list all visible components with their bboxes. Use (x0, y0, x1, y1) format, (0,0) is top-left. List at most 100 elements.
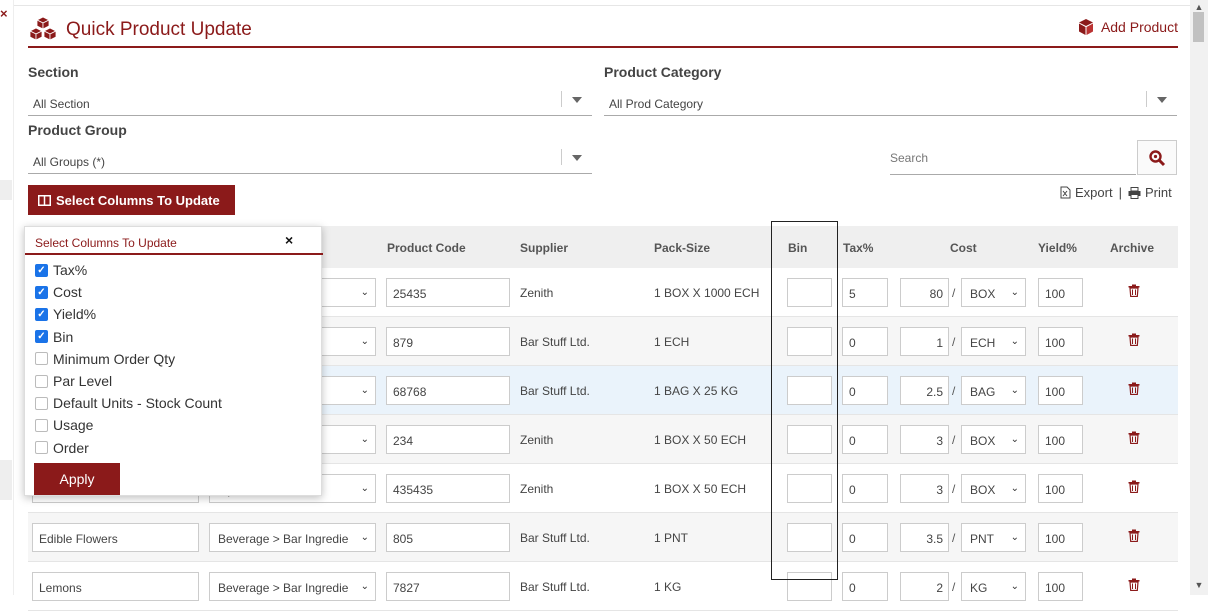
tax-input[interactable]: 0 (842, 572, 888, 601)
col-bin[interactable]: Bin (788, 241, 807, 255)
cost-input[interactable]: 2 (900, 572, 949, 601)
cost-unit-select[interactable]: BAG ⌄ (961, 376, 1026, 405)
group-select[interactable]: All Groups (*) (28, 144, 592, 174)
yield-input[interactable]: 100 (1038, 523, 1083, 552)
export-link[interactable]: Export (1060, 185, 1113, 200)
product-name-input[interactable]: Edible Flowers (32, 523, 199, 552)
bin-input[interactable] (787, 425, 832, 454)
checkbox-checked[interactable]: ✓ (35, 330, 48, 344)
cost-unit-select[interactable]: ECH ⌄ (961, 327, 1026, 356)
search-button[interactable] (1137, 140, 1177, 175)
checkbox-unchecked[interactable] (35, 396, 48, 410)
vertical-scrollbar[interactable]: ▲ ▼ (1190, 0, 1208, 595)
yield-input[interactable]: 100 (1038, 572, 1083, 601)
checkbox-unchecked[interactable] (35, 418, 48, 432)
tax-input[interactable]: 0 (842, 425, 888, 454)
yield-input[interactable]: 100 (1038, 376, 1083, 405)
trash-icon[interactable] (1128, 480, 1140, 498)
bin-input[interactable] (787, 278, 832, 307)
tax-input[interactable]: 0 (842, 327, 888, 356)
checkbox-unchecked[interactable] (35, 352, 48, 366)
bin-input[interactable] (787, 572, 832, 601)
cost-input[interactable]: 3 (900, 425, 949, 454)
column-option[interactable]: Default Units - Stock Count (35, 395, 222, 411)
product-group-select[interactable]: Beverage > Bar Ingredie ⌄ (209, 523, 376, 552)
cost-unit-value: PNT (970, 532, 994, 546)
close-icon[interactable]: × (0, 6, 8, 21)
product-code-input[interactable]: 435435 (386, 474, 510, 503)
yield-input[interactable]: 100 (1038, 425, 1083, 454)
col-pack-size[interactable]: Pack-Size (654, 241, 710, 255)
tax-input[interactable]: 0 (842, 376, 888, 405)
cost-input[interactable]: 3.5 (900, 523, 949, 552)
cost-input[interactable]: 3 (900, 474, 949, 503)
pack-size-text: 1 BOX X 50 ECH (654, 482, 747, 496)
column-option[interactable]: Par Level (35, 373, 112, 389)
product-code-input[interactable]: 7827 (386, 572, 510, 601)
trash-icon[interactable] (1128, 284, 1140, 302)
section-select[interactable]: All Section (28, 86, 592, 116)
column-option[interactable]: Usage (35, 417, 93, 433)
scrollbar-thumb[interactable] (1193, 12, 1204, 42)
col-yield[interactable]: Yield% (1038, 241, 1077, 255)
scroll-down-icon[interactable]: ▼ (1190, 580, 1208, 590)
col-tax[interactable]: Tax% (843, 241, 873, 255)
print-link[interactable]: Print (1128, 185, 1172, 200)
bin-input[interactable] (787, 474, 832, 503)
trash-icon[interactable] (1128, 529, 1140, 547)
col-product-code[interactable]: Product Code (387, 241, 466, 255)
bin-input[interactable] (787, 523, 832, 552)
scroll-up-icon[interactable]: ▲ (1190, 2, 1208, 12)
select-columns-button[interactable]: Select Columns To Update (28, 185, 235, 215)
close-icon[interactable]: × (285, 232, 293, 248)
column-option[interactable]: ✓ Cost (35, 284, 82, 300)
tax-input[interactable]: 0 (842, 474, 888, 503)
product-name-input[interactable]: Lemons (32, 572, 199, 601)
product-code-input[interactable]: 234 (386, 425, 510, 454)
product-code-value: 25435 (393, 287, 427, 301)
col-cost[interactable]: Cost (950, 241, 977, 255)
cost-unit-select[interactable]: BOX ⌄ (961, 278, 1026, 307)
bin-input[interactable] (787, 327, 832, 356)
cost-unit-select[interactable]: PNT ⌄ (961, 523, 1026, 552)
cost-input[interactable]: 1 (900, 327, 949, 356)
checkbox-checked[interactable]: ✓ (35, 263, 48, 277)
yield-input[interactable]: 100 (1038, 474, 1083, 503)
checkbox-checked[interactable]: ✓ (35, 285, 48, 299)
column-option[interactable]: Order (35, 440, 89, 456)
cost-unit-select[interactable]: BOX ⌄ (961, 474, 1026, 503)
group-label: Product Group (28, 122, 127, 138)
yield-input[interactable]: 100 (1038, 278, 1083, 307)
category-select[interactable]: All Prod Category (604, 86, 1177, 116)
cost-unit-select[interactable]: KG ⌄ (961, 572, 1026, 601)
product-code-input[interactable]: 68768 (386, 376, 510, 405)
cost-unit-select[interactable]: BOX ⌄ (961, 425, 1026, 454)
product-group-select[interactable]: Beverage > Bar Ingredie ⌄ (209, 572, 376, 601)
bin-input[interactable] (787, 376, 832, 405)
apply-button[interactable]: Apply (34, 463, 120, 495)
column-option[interactable]: Minimum Order Qty (35, 351, 175, 367)
cost-unit-separator: / (952, 286, 956, 300)
product-code-input[interactable]: 805 (386, 523, 510, 552)
column-option[interactable]: ✓ Bin (35, 329, 73, 345)
tax-input[interactable]: 0 (842, 523, 888, 552)
product-code-input[interactable]: 25435 (386, 278, 510, 307)
checkbox-checked[interactable]: ✓ (35, 307, 48, 321)
col-supplier[interactable]: Supplier (520, 241, 568, 255)
search-input[interactable]: Search (890, 141, 1136, 175)
trash-icon[interactable] (1128, 382, 1140, 400)
cost-input[interactable]: 2.5 (900, 376, 949, 405)
trash-icon[interactable] (1128, 333, 1140, 351)
checkbox-unchecked[interactable] (35, 374, 48, 388)
yield-input[interactable]: 100 (1038, 327, 1083, 356)
trash-icon[interactable] (1128, 578, 1140, 596)
column-option[interactable]: ✓ Yield% (35, 306, 96, 322)
product-code-input[interactable]: 879 (386, 327, 510, 356)
checkbox-unchecked[interactable] (35, 441, 48, 455)
col-archive[interactable]: Archive (1110, 241, 1154, 255)
tax-input[interactable]: 5 (842, 278, 888, 307)
add-product-link[interactable]: Add Product (1077, 18, 1178, 36)
column-option[interactable]: ✓ Tax% (35, 262, 87, 278)
cost-input[interactable]: 80 (900, 278, 949, 307)
trash-icon[interactable] (1128, 431, 1140, 449)
